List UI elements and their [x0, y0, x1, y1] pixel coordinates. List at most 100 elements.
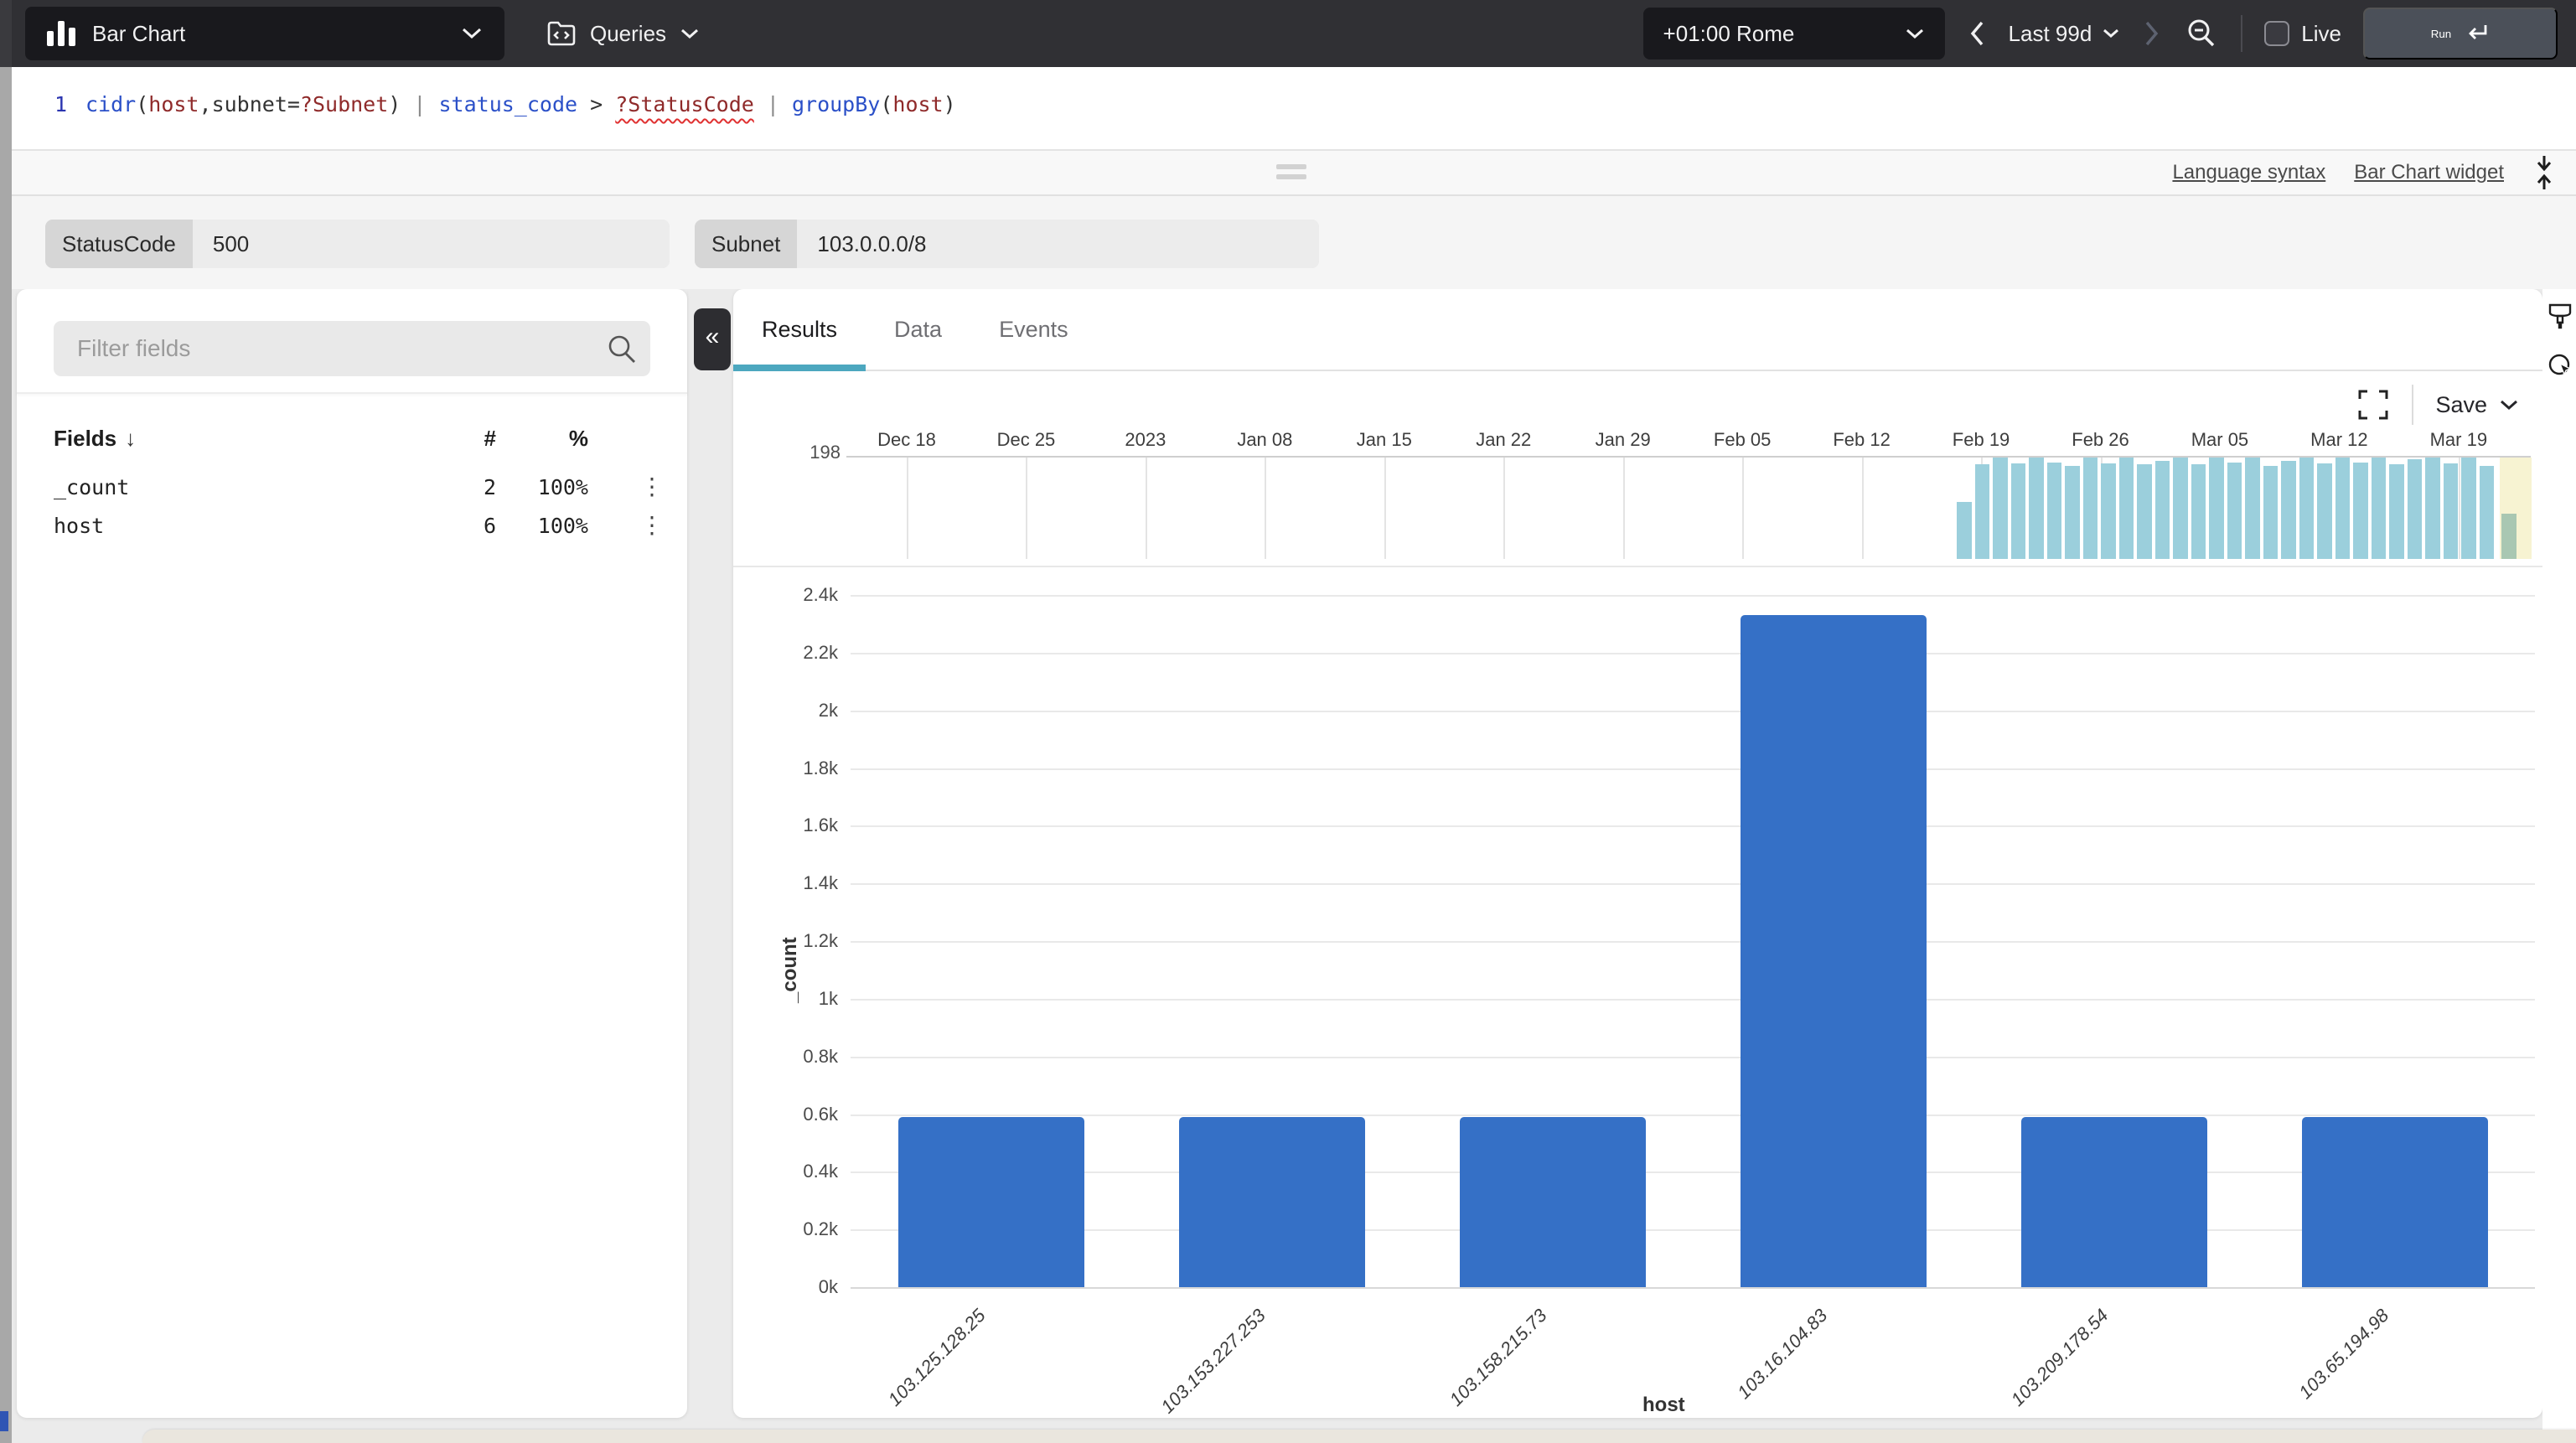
- chart-bar[interactable]: [1740, 615, 1927, 1287]
- resize-drag-handle[interactable]: [1276, 164, 1306, 184]
- fields-filter-section: [17, 289, 687, 394]
- widget-type-selector[interactable]: Bar Chart: [25, 7, 504, 60]
- run-button[interactable]: Run: [2363, 8, 2558, 59]
- timeline-bar: [2425, 458, 2440, 559]
- timeline-tick-label: Dec 18: [877, 429, 936, 450]
- chevron-down-icon: [2501, 400, 2517, 410]
- parameter-value-input[interactable]: 103.0.0.0/8: [797, 220, 1319, 268]
- interactions-icon[interactable]: [2548, 353, 2573, 378]
- timeline-bar: [2461, 458, 2476, 559]
- tab-events[interactable]: Events: [970, 289, 1097, 370]
- y-axis-tick-label: 1.2k: [803, 930, 838, 951]
- editor-toolbar-row: Language syntax Bar Chart widget: [12, 149, 2576, 196]
- y-axis-tick-label: 1.6k: [803, 815, 838, 836]
- timeline-tick-label: Jan 29: [1595, 429, 1651, 450]
- timeline-bar: [2263, 466, 2278, 559]
- timeline-bar: [2335, 458, 2350, 559]
- sort-descending-icon[interactable]: ↓: [125, 426, 136, 452]
- widget-style-brush-icon[interactable]: [2548, 303, 2573, 331]
- x-axis-tick-label: 103.158.215.73: [1445, 1305, 1551, 1410]
- field-distinct-count: 6: [483, 513, 496, 538]
- chart-gridline: [851, 1114, 2535, 1116]
- right-tool-strip: [2542, 289, 2576, 1443]
- field-distinct-count: 2: [483, 474, 496, 499]
- search-icon: [605, 333, 639, 366]
- language-syntax-link[interactable]: Language syntax: [2172, 161, 2325, 184]
- timeline-bar: [2010, 463, 2025, 559]
- chart-gridline: [851, 1229, 2535, 1232]
- chart-gridline: [851, 595, 2535, 597]
- timeline-tick-label: Mar 05: [2191, 429, 2249, 450]
- timeline-bar: [2299, 458, 2314, 559]
- chevron-down-icon: [680, 28, 700, 40]
- query-token: cidr: [85, 92, 137, 116]
- timeline-tick-label: Feb 19: [1952, 429, 2010, 450]
- tab-results[interactable]: Results: [733, 289, 866, 371]
- chart-bar[interactable]: [1178, 1117, 1365, 1287]
- fields-column-header[interactable]: Fields: [54, 426, 116, 452]
- live-checkbox[interactable]: [2264, 21, 2290, 46]
- field-row[interactable]: _count 2 100% ⋮: [17, 468, 687, 506]
- timeline-gridline: [1861, 458, 1864, 559]
- timeline-bar: [2191, 464, 2206, 559]
- parameter-label: StatusCode: [45, 220, 193, 268]
- field-menu: ⋮: [588, 473, 664, 500]
- zoom-out-icon[interactable]: [2184, 16, 2219, 51]
- chart-gridline: [851, 652, 2535, 654]
- chart-bar[interactable]: [1459, 1117, 1646, 1287]
- y-axis-tick-label: 0k: [818, 1276, 838, 1297]
- time-range-selector[interactable]: Last 99d: [2009, 21, 2121, 47]
- timeline-gridline: [1622, 458, 1625, 559]
- parameter-value-input[interactable]: 500: [192, 220, 670, 268]
- collapse-fields-panel-button[interactable]: «: [694, 308, 731, 370]
- parameter-chip: Subnet 103.0.0.0/8: [695, 220, 1319, 268]
- queries-menu-button[interactable]: Queries: [538, 7, 708, 60]
- save-button[interactable]: Save: [2435, 392, 2519, 418]
- toolbar-divider: [2412, 385, 2414, 425]
- timeline-tick-label: Mar 19: [2429, 429, 2488, 450]
- tab-data[interactable]: Data: [866, 289, 970, 370]
- kebab-menu-icon[interactable]: ⋮: [640, 511, 664, 539]
- chart-gridline: [851, 1171, 2535, 1174]
- timeline-bar: [2118, 458, 2134, 559]
- chart-bar[interactable]: [897, 1117, 1084, 1287]
- query-text[interactable]: cidr(host,subnet=?Subnet) | status_code …: [85, 92, 956, 116]
- field-row[interactable]: host 6 100% ⋮: [17, 506, 687, 545]
- live-toggle[interactable]: Live: [2264, 21, 2341, 47]
- queries-label: Queries: [590, 20, 667, 46]
- query-token: groupBy: [791, 92, 881, 116]
- timeline-axis-line: [846, 456, 2531, 458]
- bottom-strip: [142, 1430, 2576, 1443]
- query-editor[interactable]: 1 cidr(host,subnet=?Subnet) | status_cod…: [12, 67, 2576, 149]
- left-strip-marker: [0, 1411, 8, 1431]
- timeline-bar: [2137, 464, 2152, 559]
- chevron-down-icon: [461, 27, 483, 40]
- time-prev-button[interactable]: [1967, 18, 1987, 49]
- timeline-bar: [1957, 502, 1972, 559]
- timeline-bar: [2479, 466, 2494, 559]
- query-token: |: [401, 92, 439, 116]
- kebab-menu-icon[interactable]: ⋮: [640, 473, 664, 500]
- chart-gridline: [851, 710, 2535, 712]
- x-axis-tick-label: 103.65.194.98: [2294, 1305, 2393, 1404]
- fullscreen-icon[interactable]: [2356, 388, 2390, 422]
- timezone-selector[interactable]: +01:00 Rome: [1642, 8, 1945, 59]
- chart-gridline: [851, 998, 2535, 1001]
- timezone-label: +01:00 Rome: [1663, 20, 1795, 46]
- x-axis-title: host: [1642, 1394, 1685, 1416]
- time-next-button[interactable]: [2142, 18, 2162, 49]
- timeline-bar: [2245, 458, 2260, 559]
- timeline-tick-label: Feb 12: [1833, 429, 1891, 450]
- collapse-vertical-icon[interactable]: [2532, 154, 2556, 191]
- timeline-bar: [2371, 458, 2386, 559]
- widget-docs-link[interactable]: Bar Chart widget: [2354, 161, 2504, 184]
- chart-bar[interactable]: [2020, 1117, 2207, 1287]
- chart-bar[interactable]: [2301, 1117, 2488, 1287]
- timeline-tick-label: 2023: [1125, 429, 1166, 450]
- y-axis-tick-label: 0.2k: [803, 1218, 838, 1240]
- timeline-bar: [2209, 458, 2224, 559]
- time-range-label: Last 99d: [2008, 20, 2092, 46]
- widget-type-label: Bar Chart: [92, 20, 186, 46]
- timeline-gridline: [1265, 458, 1267, 559]
- filter-fields-input[interactable]: [54, 321, 650, 376]
